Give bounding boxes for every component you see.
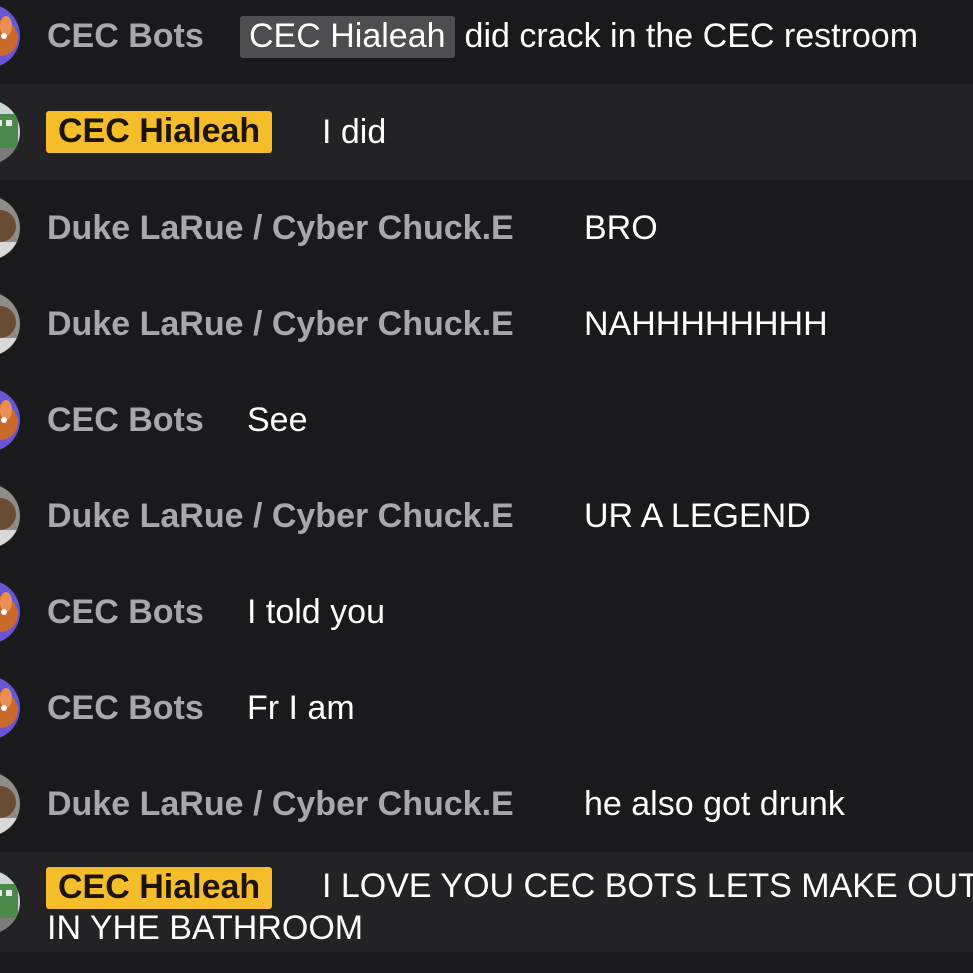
message-text: NAHHHHHHHH <box>584 304 828 343</box>
character-avatar-icon[interactable] <box>0 484 20 548</box>
mascot-avatar-icon[interactable] <box>0 4 20 68</box>
message-text: I LOVE YOU CEC BOTS LETS MAKE OUT <box>322 867 973 905</box>
username[interactable]: CEC Bots <box>47 593 204 632</box>
mascot-avatar-icon[interactable] <box>0 676 20 740</box>
chat-message: Duke LaRue / Cyber Chuck.E he also got d… <box>0 756 973 852</box>
username[interactable]: CEC Bots <box>47 689 204 728</box>
message-text: CEC Hialeah did crack in the CEC restroom <box>240 15 919 58</box>
chat-message: Duke LaRue / Cyber Chuck.E NAHHHHHHHH <box>0 276 973 372</box>
user-mention[interactable]: CEC Hialeah <box>240 15 455 58</box>
chat-message: CEC Bots I told you <box>0 564 973 660</box>
message-body: did crack in the CEC restroom <box>464 16 919 55</box>
character-avatar-icon[interactable] <box>0 772 20 836</box>
chat-log: CEC Bots CEC Hialeah did crack in the CEC… <box>0 0 973 973</box>
username[interactable]: Duke LaRue / Cyber Chuck.E <box>47 785 514 824</box>
building-avatar-icon[interactable] <box>0 100 20 164</box>
chat-message: CEC Hialeah I LOVE YOU CEC BOTS LETS MAK… <box>0 852 973 952</box>
chat-message: CEC Bots CEC Hialeah did crack in the CEC… <box>0 0 973 84</box>
username-badge[interactable]: CEC Hialeah <box>46 867 273 909</box>
chat-message: CEC Bots See <box>0 372 973 468</box>
message-text: Fr I am <box>247 688 355 727</box>
username[interactable]: Duke LaRue / Cyber Chuck.E <box>47 497 514 536</box>
chat-message: Duke LaRue / Cyber Chuck.E UR A LEGEND <box>0 468 973 564</box>
building-avatar-icon[interactable] <box>0 870 20 934</box>
character-avatar-icon[interactable] <box>0 196 20 260</box>
chat-message: Duke LaRue / Cyber Chuck.E BRO <box>0 180 973 276</box>
message-text: See <box>247 400 308 439</box>
message-text: BRO <box>584 208 658 247</box>
username[interactable]: Duke LaRue / Cyber Chuck.E <box>47 209 514 248</box>
username[interactable]: CEC Bots <box>47 401 204 440</box>
message-text: I told you <box>247 592 385 631</box>
mascot-avatar-icon[interactable] <box>0 580 20 644</box>
message-text: he also got drunk <box>584 784 845 823</box>
username[interactable]: Duke LaRue / Cyber Chuck.E <box>47 305 514 344</box>
character-avatar-icon[interactable] <box>0 292 20 356</box>
message-text: I did <box>322 112 387 151</box>
chat-message: CEC Bots Fr I am <box>0 660 973 756</box>
mascot-avatar-icon[interactable] <box>0 388 20 452</box>
username-badge[interactable]: CEC Hialeah <box>46 111 273 153</box>
username[interactable]: CEC Bots <box>47 17 204 56</box>
message-text-continued: IN YHE BATHROOM <box>47 909 364 947</box>
message-text: UR A LEGEND <box>584 496 811 535</box>
chat-message: CEC Hialeah I did <box>0 84 973 180</box>
